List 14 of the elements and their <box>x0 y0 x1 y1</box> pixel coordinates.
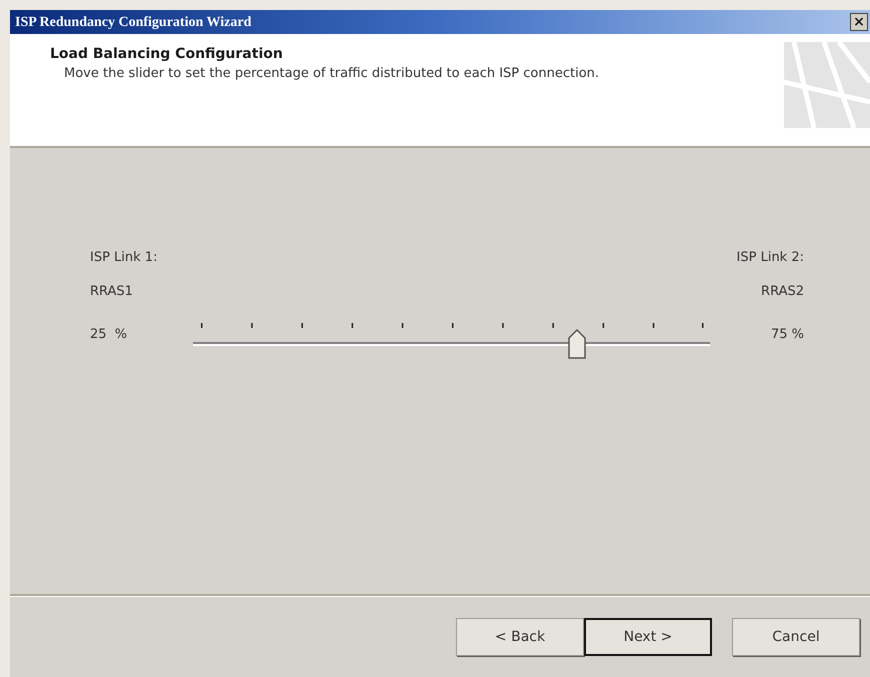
slider-thumb[interactable] <box>567 328 588 360</box>
page-description: Move the slider to set the percentage of traffic distributed to each ISP connection. <box>63 65 600 83</box>
wizard-button[interactable]: Cancel <box>732 618 860 656</box>
link-name: RRAS2 <box>761 282 804 300</box>
link-label: ISP Link 1: <box>90 249 158 267</box>
wizard-button[interactable]: Next > <box>584 618 712 656</box>
close-button[interactable]: × <box>850 13 868 31</box>
percent-value: 25 % <box>90 326 128 344</box>
window-title: ISP Redundancy Configuration Wizard <box>14 14 252 32</box>
wizard-button[interactable]: < Back <box>456 618 584 656</box>
link-name: RRAS1 <box>90 282 134 300</box>
page-heading: Load Balancing Configuration <box>50 45 284 64</box>
link-label: ISP Link 2: <box>736 249 804 267</box>
percent-value: 75 % <box>770 326 804 344</box>
